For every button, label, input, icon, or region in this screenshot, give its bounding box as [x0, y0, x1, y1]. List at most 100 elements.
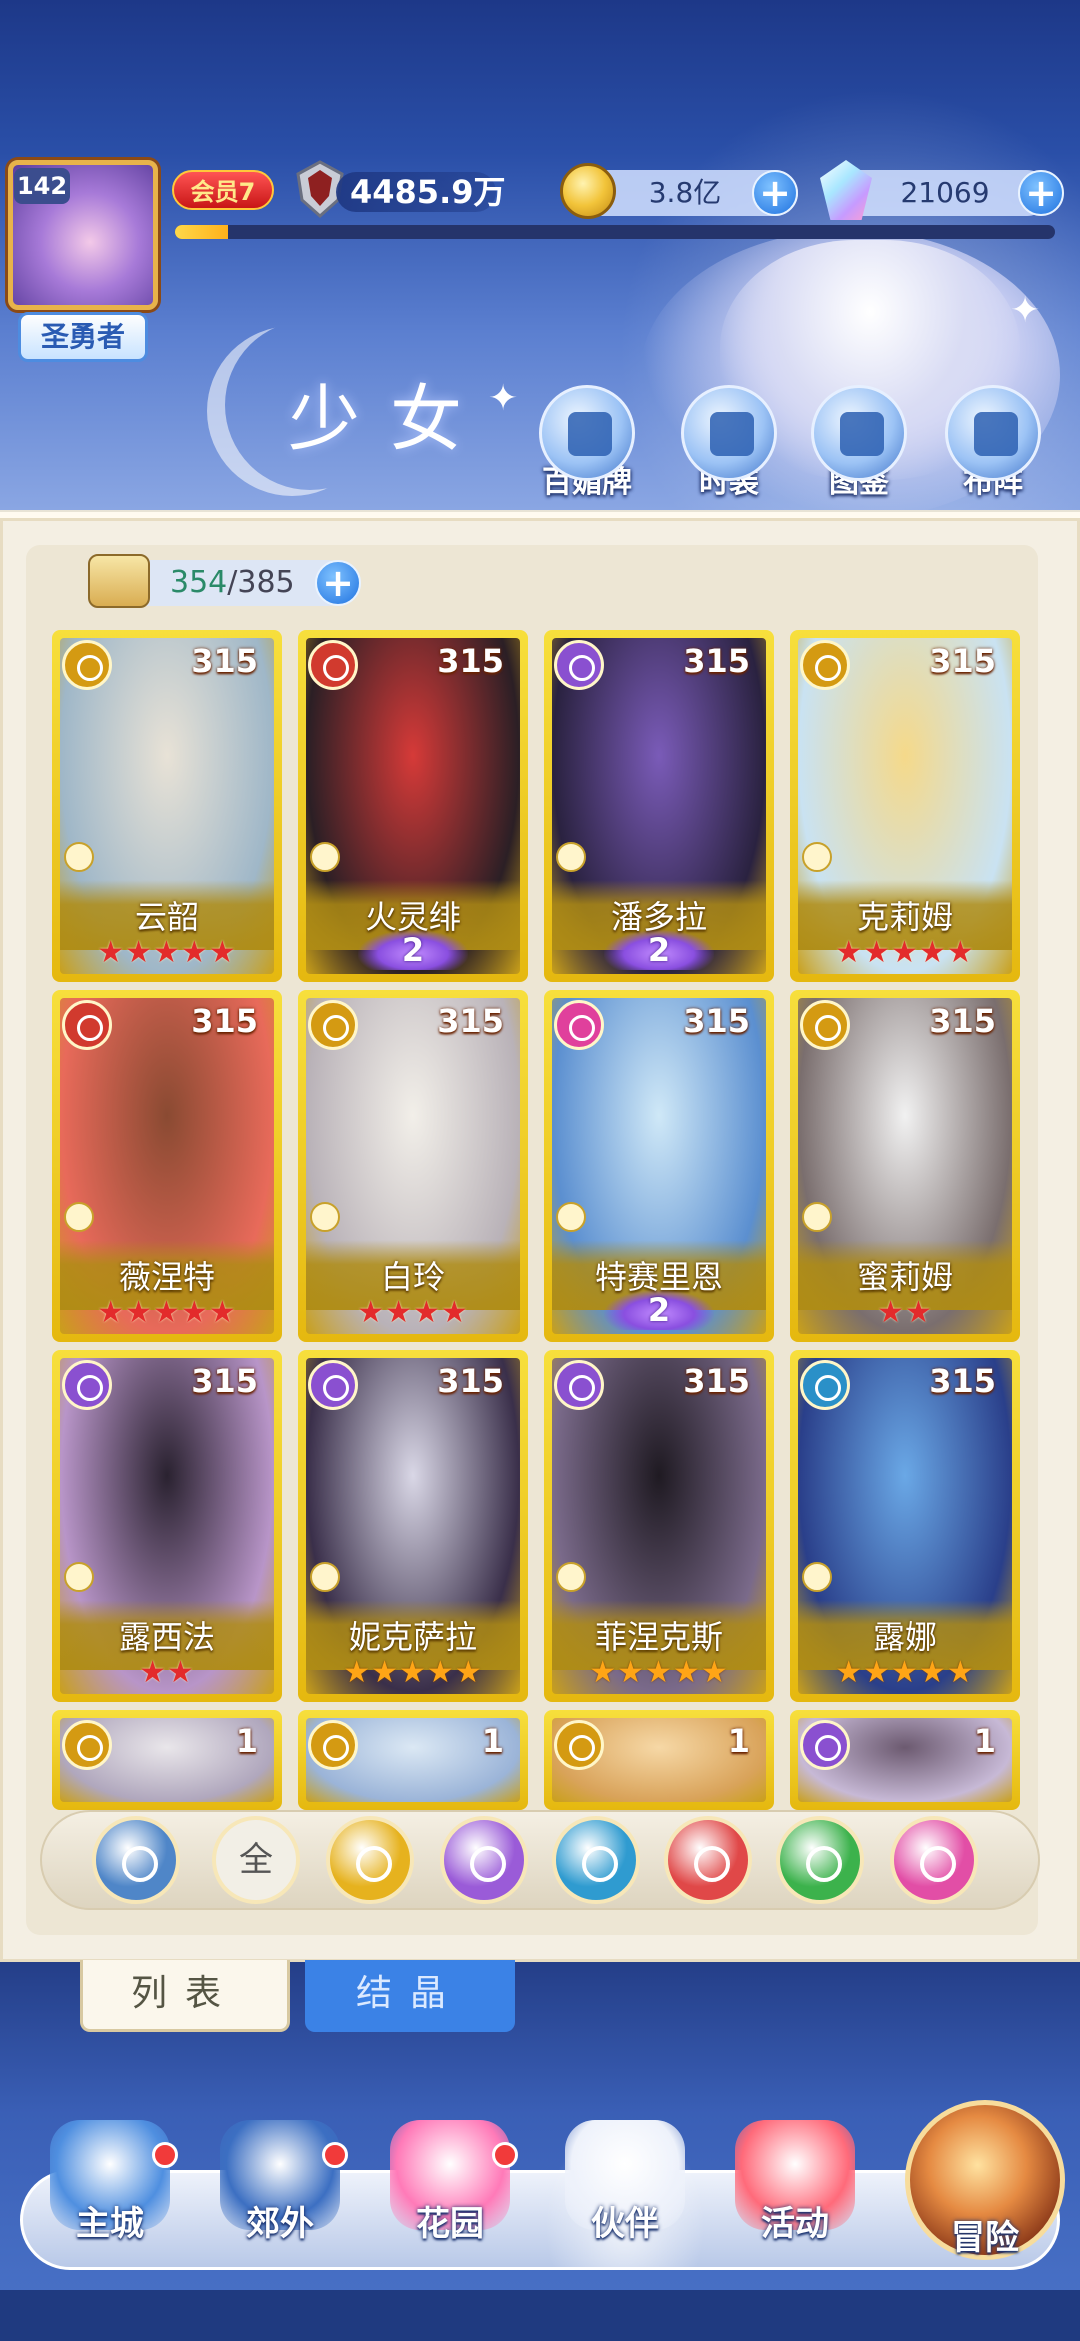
moon-element-icon	[554, 640, 604, 690]
heart-filter-button[interactable]	[890, 1816, 978, 1904]
character-level: 315	[683, 1002, 750, 1040]
fire-filter-button[interactable]	[664, 1816, 752, 1904]
fire-element-icon	[62, 1000, 112, 1050]
character-level: 1	[973, 1722, 996, 1760]
moon-element-icon	[308, 1360, 358, 1410]
character-card[interactable]: 1	[298, 1710, 528, 1810]
vip-badge[interactable]: 会员7	[172, 170, 274, 210]
character-level: 315	[437, 1002, 504, 1040]
player-level: 142	[14, 168, 70, 204]
character-level: 315	[191, 1002, 258, 1040]
light-element-icon	[62, 1720, 112, 1770]
heart-element-icon	[554, 1000, 604, 1050]
character-level: 315	[437, 1362, 504, 1400]
character-name: 云韶	[134, 898, 199, 936]
character-card[interactable]: 315 薇涅特 ★★★★★	[52, 990, 282, 1342]
character-level: 315	[929, 1362, 996, 1400]
light-element-icon	[62, 640, 112, 690]
character-card[interactable]: 315 特赛里恩 2	[544, 990, 774, 1342]
role-icon	[556, 1562, 586, 1592]
character-card[interactable]: 315 火灵绯 2	[298, 630, 528, 982]
character-card[interactable]: 315 妮克萨拉 ★★★★★	[298, 1350, 528, 1702]
nav-item[interactable]: 郊外	[200, 2120, 360, 2270]
light-filter-button[interactable]	[326, 1816, 414, 1904]
roster-current: 354	[170, 565, 228, 600]
nav-label: 郊外	[246, 2204, 314, 2244]
book-icon	[811, 385, 907, 481]
character-level: 315	[929, 642, 996, 680]
nav-label: 伙伴	[591, 2204, 659, 2244]
character-level: 315	[437, 642, 504, 680]
character-name: 蜜莉姆	[856, 1258, 953, 1296]
nav-item[interactable]: 主城	[30, 2120, 190, 2270]
gold-coin-icon	[560, 163, 616, 219]
feature-outfit-button[interactable]: 时装	[674, 385, 784, 501]
notification-dot	[152, 2142, 178, 2168]
moon-element-icon	[800, 1720, 850, 1770]
special-filter-button[interactable]	[92, 1816, 180, 1904]
character-card[interactable]: 315 蜜莉姆 ★★	[790, 990, 1020, 1342]
gold-amount: 3.8亿	[648, 176, 722, 209]
add-gold-button[interactable]: +	[752, 170, 798, 216]
star-rating: ★★★★★	[97, 935, 237, 970]
feature-cards-button[interactable]: 百媚牌	[532, 385, 642, 501]
adventure-label: 冒险	[951, 2218, 1019, 2258]
add-gems-button[interactable]: +	[1018, 170, 1064, 216]
wind-filter-button[interactable]	[776, 1816, 864, 1904]
character-card[interactable]: 315 云韶 ★★★★★	[52, 630, 282, 982]
all-filter-button[interactable]: 全	[212, 1816, 300, 1904]
light-element-icon	[800, 640, 850, 690]
expand-roster-button[interactable]: +	[315, 560, 361, 606]
character-card[interactable]: 1	[544, 1710, 774, 1810]
character-card[interactable]: 315 菲涅克斯 ★★★★★	[544, 1350, 774, 1702]
nav-label: 花园	[416, 2204, 484, 2244]
star-rating: ★★	[877, 1295, 933, 1330]
outfit-icon	[681, 385, 777, 481]
exp-progress-fill	[175, 225, 228, 239]
nav-item[interactable]: 花园	[370, 2120, 530, 2270]
formation-grid-icon	[945, 385, 1041, 481]
role-icon	[802, 842, 832, 872]
sparkle-icon: ✦	[488, 378, 519, 419]
character-card[interactable]: 315 克莉姆 ★★★★★	[790, 630, 1020, 982]
tab-crystal[interactable]: 结晶	[305, 1960, 515, 2032]
nav-item[interactable]: 伙伴	[545, 2120, 705, 2270]
exp-progress-bar	[175, 225, 1055, 239]
character-level: 315	[191, 642, 258, 680]
player-title-badge[interactable]: 圣勇者	[18, 312, 148, 362]
character-card[interactable]: 315 露西法 ★★	[52, 1350, 282, 1702]
system-navigation-area	[0, 2290, 1080, 2341]
character-card[interactable]: 315 潘多拉 2	[544, 630, 774, 982]
feature-codex-button[interactable]: 图鉴	[804, 385, 914, 501]
tab-list[interactable]: 列表	[80, 1960, 290, 2032]
character-card[interactable]: 315 露娜 ★★★★★	[790, 1350, 1020, 1702]
star-rating: ★★★★★	[97, 1295, 237, 1330]
moon-filter-button[interactable]	[440, 1816, 528, 1904]
character-card[interactable]: 315 白玲 ★★★★	[298, 990, 528, 1342]
role-icon	[802, 1562, 832, 1592]
role-icon	[310, 842, 340, 872]
feature-formation-button[interactable]: 布阵	[938, 385, 1048, 501]
star-rating: ★★★★★	[835, 935, 975, 970]
character-name: 露娜	[872, 1618, 937, 1656]
role-icon	[310, 1202, 340, 1232]
character-card[interactable]: 1	[790, 1710, 1020, 1810]
roster-total: 385	[237, 565, 295, 600]
star-rating: ★★★★	[357, 1295, 469, 1330]
fire-element-icon	[308, 640, 358, 690]
moon-element-icon	[554, 1360, 604, 1410]
character-name: 菲涅克斯	[594, 1618, 723, 1656]
light-element-icon	[308, 1000, 358, 1050]
character-name: 白玲	[380, 1258, 445, 1296]
water-filter-button[interactable]	[552, 1816, 640, 1904]
character-level: 315	[191, 1362, 258, 1400]
character-level: 315	[929, 1002, 996, 1040]
character-card[interactable]: 1	[52, 1710, 282, 1810]
star-rating: ★★	[139, 1655, 195, 1690]
roster-separator: /	[227, 565, 238, 600]
nav-item[interactable]: 活动	[715, 2120, 875, 2270]
sparkle-icon: ✦	[1010, 290, 1041, 331]
character-name: 妮克萨拉	[348, 1618, 477, 1656]
nav-label: 主城	[76, 2204, 144, 2244]
star-rating: ★★★★★	[835, 1655, 975, 1690]
